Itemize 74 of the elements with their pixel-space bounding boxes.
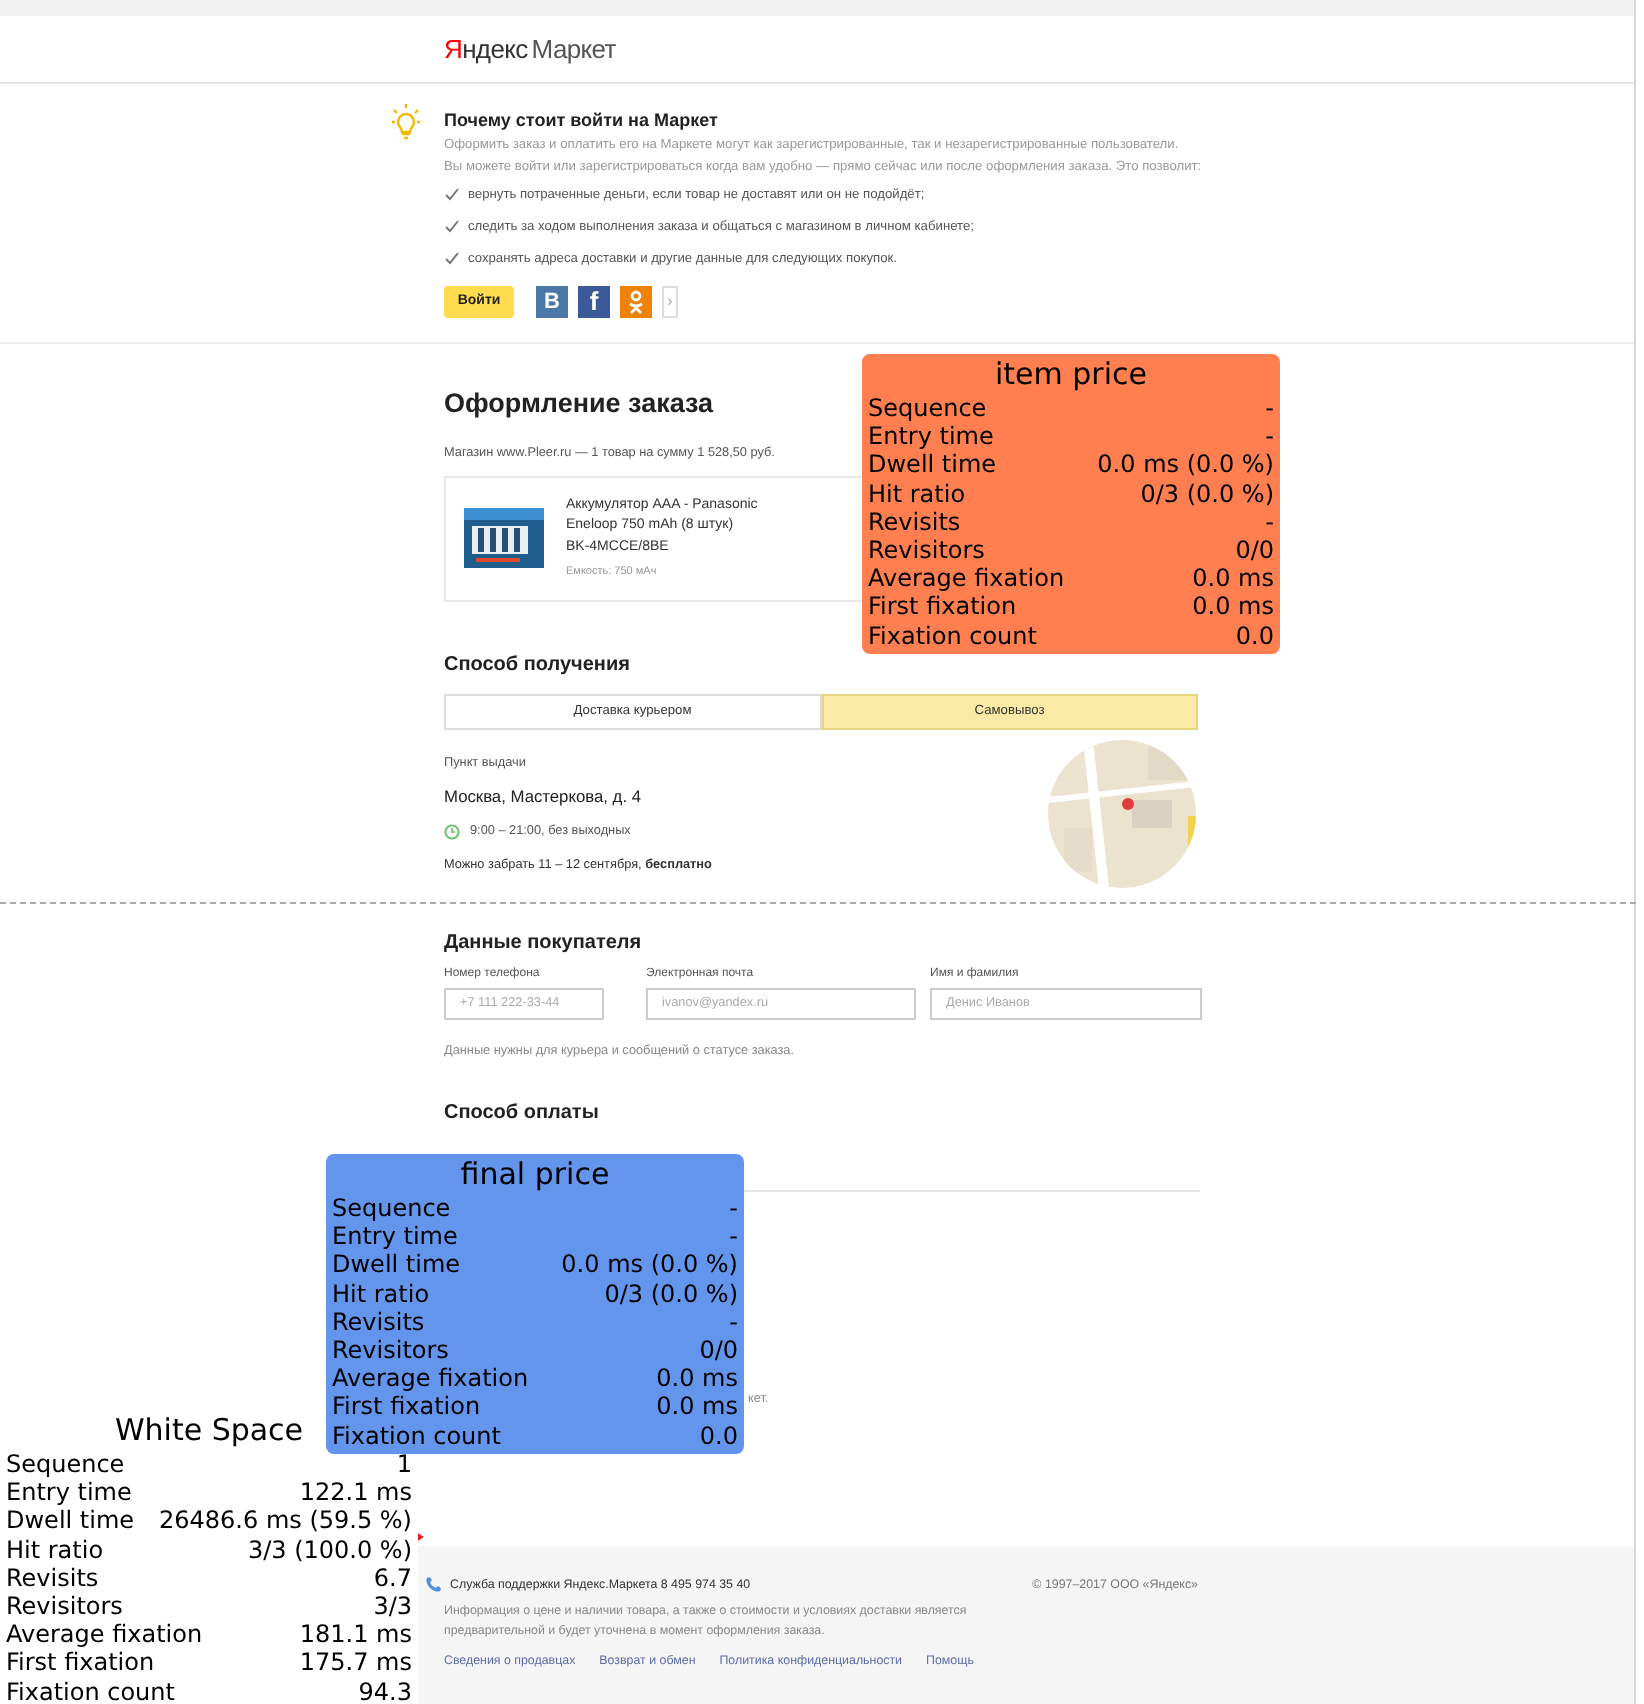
metric-value: 0/3 (0.0 %) <box>604 1279 738 1308</box>
logo[interactable]: ЯндексМаркет <box>444 29 616 69</box>
aoi-title: item price <box>995 354 1147 394</box>
metric-value: 0.0 ms <box>656 1392 738 1422</box>
metric-value: 0.0 ms <box>656 1364 738 1393</box>
section-heading: Способ оплаты <box>444 1100 601 1127</box>
aoi-title: final price <box>460 1154 610 1194</box>
vk-button[interactable]: В <box>536 286 568 318</box>
check-icon <box>444 252 460 266</box>
metric-label: Entry time <box>868 422 994 451</box>
metric-label: Average fixation <box>6 1620 203 1649</box>
metric-value: 122.1 ms <box>299 1478 412 1507</box>
metric-label: Hit ratio <box>6 1535 104 1564</box>
metric-value: - <box>1265 507 1274 537</box>
metric-value: 0/0 <box>699 1336 738 1365</box>
metric-value: 94.3 <box>358 1677 412 1704</box>
metric-value: 26486.6 ms (59.5 %) <box>159 1506 412 1536</box>
metric-label: Revisitors <box>868 536 985 565</box>
metric-label: Hit ratio <box>332 1279 430 1308</box>
metric-value: 0.0 ms <box>1192 592 1274 622</box>
check-icon <box>444 220 460 234</box>
odnoklassniki-button[interactable] <box>620 286 652 318</box>
metric-value: 0.0 <box>1235 621 1274 650</box>
section-heading: Данные покупателя <box>444 929 644 956</box>
figure-icon <box>626 290 646 314</box>
metric-value: 0.0 ms (0.0 %) <box>561 1250 738 1280</box>
metric-label: Revisits <box>868 507 961 537</box>
metric-value: 0.0 <box>699 1421 738 1450</box>
phone-icon <box>424 1576 442 1595</box>
metric-label: Fixation count <box>6 1677 175 1704</box>
metric-label: Dwell time <box>6 1506 135 1536</box>
clock-icon <box>444 823 460 840</box>
metric-value: - <box>1265 422 1274 451</box>
metric-label: First fixation <box>868 592 1017 622</box>
metric-value: 175.7 ms <box>299 1648 412 1678</box>
metric-label: First fixation <box>332 1392 481 1422</box>
metric-value: - <box>729 1307 738 1337</box>
metric-label: Sequence <box>6 1450 125 1479</box>
metric-label: Entry time <box>332 1222 458 1251</box>
metric-value: 1 <box>396 1450 412 1479</box>
metric-value: 0.0 ms <box>1192 564 1274 593</box>
pickup-address: Москва, Мастеркова, д. 4 <box>444 784 644 810</box>
metric-value: 0/3 (0.0 %) <box>1140 479 1274 508</box>
metric-label: Fixation count <box>868 621 1037 650</box>
metric-label: Sequence <box>332 1194 451 1223</box>
metric-label: Hit ratio <box>868 479 966 508</box>
metric-label: Revisitors <box>6 1592 123 1621</box>
metric-label: Revisitors <box>332 1336 449 1365</box>
facebook-button[interactable]: f <box>578 286 610 318</box>
section-heading: Способ получения <box>444 651 632 678</box>
metric-value: 3/3 <box>373 1592 412 1621</box>
metric-value: - <box>729 1222 738 1251</box>
promo-title: Почему стоит войти на Маркет <box>444 108 720 134</box>
metric-label: Dwell time <box>332 1250 461 1280</box>
metric-label: First fixation <box>6 1648 155 1678</box>
metric-label: Sequence <box>868 394 987 423</box>
metric-label: Dwell time <box>868 450 997 480</box>
check-icon <box>444 188 460 202</box>
metric-value: - <box>729 1194 738 1223</box>
metric-label: Revisits <box>332 1307 425 1337</box>
metric-label: Average fixation <box>332 1364 529 1393</box>
lightbulb-icon <box>392 104 420 140</box>
metric-value: 3/3 (100.0 %) <box>247 1535 412 1564</box>
section-heading: Оформление заказа <box>444 386 714 420</box>
metric-label: Entry time <box>6 1478 132 1507</box>
metric-value: 0/0 <box>1235 536 1274 565</box>
metric-value: 181.1 ms <box>299 1620 412 1649</box>
aoi-title: White Space <box>114 1410 304 1450</box>
metric-value: - <box>1265 394 1274 423</box>
metric-label: Revisits <box>6 1563 99 1593</box>
metric-label: Average fixation <box>868 564 1065 593</box>
metric-value: 0.0 ms (0.0 %) <box>1097 450 1274 480</box>
metric-label: Fixation count <box>332 1421 501 1450</box>
metric-value: 6.7 <box>373 1563 412 1593</box>
